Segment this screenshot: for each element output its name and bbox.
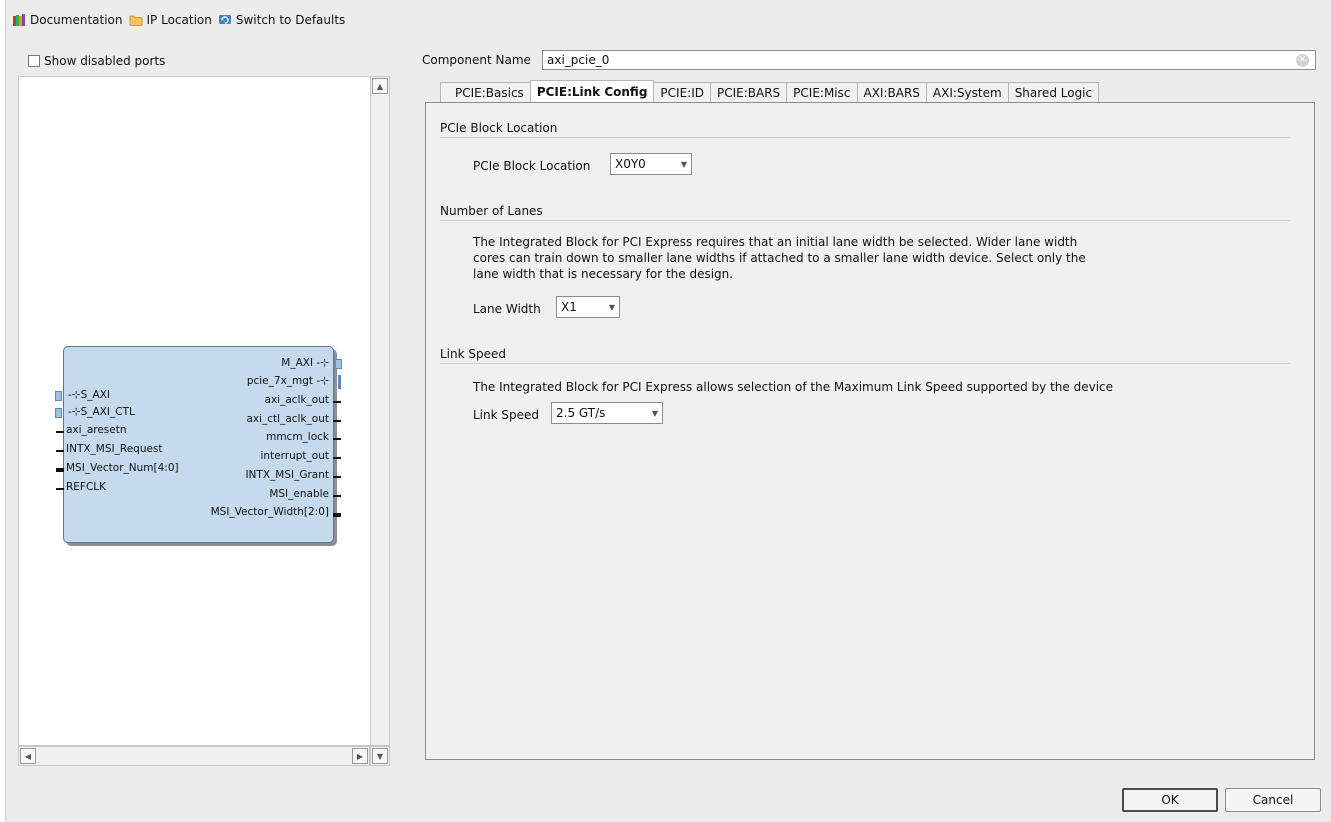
port-interrupt-out: interrupt_out (260, 450, 329, 462)
scroll-left-button[interactable]: ◀ (20, 748, 36, 764)
symbol-canvas[interactable]: -⊹S_AXI -⊹S_AXI_CTL axi_aresetn INTX_MSI… (18, 76, 370, 746)
documentation-button[interactable]: Documentation (12, 13, 123, 27)
section-divider (440, 363, 1290, 364)
port-label: M_AXI (281, 357, 314, 369)
port-msi-vector-num: MSI_Vector_Num[4:0] (66, 462, 179, 474)
ip-location-label: IP Location (146, 13, 212, 27)
tab-pcie-basics[interactable]: PCIE:Basics (440, 82, 531, 102)
link-speed-value: 2.5 GT/s (556, 406, 606, 420)
books-icon (13, 14, 25, 26)
vertical-scrollbar[interactable]: ▲ (370, 76, 390, 746)
ip-location-button[interactable]: IP Location (129, 13, 212, 27)
tab-pcie-id[interactable]: PCIE:ID (653, 82, 711, 102)
section-title-link-speed: Link Speed (440, 347, 507, 361)
port-axi-aclk-out: axi_aclk_out (264, 394, 329, 406)
horizontal-scrollbar[interactable]: ◀ ▶ (18, 746, 370, 766)
show-disabled-ports-label: Show disabled ports (44, 54, 166, 68)
port-label: S_AXI (80, 389, 110, 401)
pin-line (333, 495, 341, 497)
port-axi-aresetn: axi_aresetn (66, 424, 127, 436)
port-intx-msi-request: INTX_MSI_Request (66, 443, 163, 455)
refresh-icon (218, 15, 231, 24)
component-name-label: Component Name (422, 53, 531, 67)
bus-interface-icon (55, 408, 62, 418)
switch-defaults-button[interactable]: Switch to Defaults (218, 13, 345, 27)
port-label: pcie_7x_mgt (246, 375, 314, 387)
scroll-corner: ▼ (370, 746, 390, 766)
link-config-panel: PCIe Block Location PCIe Block Location … (425, 102, 1315, 760)
tab-axi-system[interactable]: AXI:System (925, 82, 1009, 102)
link-speed-label: Link Speed (473, 408, 540, 422)
lane-width-value: X1 (561, 300, 577, 314)
section-title-lanes: Number of Lanes (440, 204, 543, 218)
port-msi-enable: MSI_enable (269, 488, 329, 500)
lanes-description-line-3: lane width that is necessary for the des… (473, 267, 734, 281)
ip-block-symbol[interactable]: -⊹S_AXI -⊹S_AXI_CTL axi_aresetn INTX_MSI… (55, 346, 342, 543)
chevron-down-icon: ▼ (608, 302, 615, 312)
clear-icon[interactable]: ✕ (1296, 54, 1309, 67)
tab-axi-bars[interactable]: AXI:BARS (856, 82, 927, 102)
port-refclk: REFCLK (66, 481, 107, 493)
pin-line (333, 438, 341, 440)
folder-icon (129, 15, 142, 26)
port-mmcm-lock: mmcm_lock (266, 431, 329, 443)
component-name-row: Component Name (422, 50, 531, 70)
port-label: S_AXI_CTL (80, 406, 135, 418)
tab-shared-logic[interactable]: Shared Logic (1007, 82, 1100, 102)
lane-width-select[interactable]: X1 ▼ (556, 296, 620, 318)
section-divider (440, 137, 1290, 138)
port-intx-msi-grant: INTX_MSI_Grant (245, 469, 329, 481)
link-speed-description: The Integrated Block for PCI Express all… (473, 380, 1114, 394)
tab-pcie-link-config[interactable]: PCIE:Link Config (529, 80, 655, 102)
tab-bar: PCIE:Basics PCIE:Link Config PCIE:ID PCI… (440, 80, 1100, 102)
toolbar: Documentation IP Location Switch to Defa… (12, 10, 351, 30)
show-disabled-ports-checkbox[interactable] (28, 55, 40, 67)
port-s-axi-ctl: -⊹S_AXI_CTL (68, 406, 135, 418)
lanes-description-line-1: The Integrated Block for PCI Express req… (473, 235, 1078, 249)
port-m-axi: M_AXI -⊹ (281, 357, 329, 369)
symbol-panel: Show disabled ports -⊹S_AXI -⊹S_AXI_CTL … (18, 48, 392, 769)
lane-width-label: Lane Width (473, 302, 541, 316)
documentation-label: Documentation (30, 13, 123, 27)
block-location-value: X0Y0 (615, 157, 646, 171)
block-location-label: PCIe Block Location (473, 159, 591, 173)
pin-line (333, 476, 341, 478)
tab-pcie-bars[interactable]: PCIE:BARS (709, 82, 788, 102)
port-s-axi: -⊹S_AXI (68, 389, 110, 401)
show-disabled-ports-row[interactable]: Show disabled ports (28, 54, 165, 68)
pin-bus-line (333, 513, 341, 517)
block-location-select[interactable]: X0Y0 ▼ (610, 153, 692, 175)
component-name-input[interactable]: axi_pcie_0 ✕ (542, 50, 1316, 70)
link-speed-select[interactable]: 2.5 GT/s ▼ (551, 402, 663, 424)
section-title-block-location: PCIe Block Location (440, 121, 558, 135)
scroll-down-button[interactable]: ▼ (372, 748, 388, 764)
port-axi-ctl-aclk-out: axi_ctl_aclk_out (246, 413, 329, 425)
pin-line (56, 450, 64, 452)
cancel-button[interactable]: Cancel (1225, 788, 1321, 812)
pin-bus-line (338, 375, 341, 389)
pin-line (333, 420, 341, 422)
pin-line (333, 457, 341, 459)
scroll-right-button[interactable]: ▶ (352, 748, 368, 764)
pin-line (333, 401, 341, 403)
component-name-value: axi_pcie_0 (547, 53, 610, 67)
port-msi-vector-width: MSI_Vector_Width[2:0] (210, 506, 329, 518)
section-divider (440, 220, 1290, 221)
bus-interface-icon (55, 391, 62, 401)
scroll-up-button[interactable]: ▲ (372, 78, 388, 94)
tab-pcie-misc[interactable]: PCIE:Misc (786, 82, 858, 102)
switch-defaults-label: Switch to Defaults (235, 13, 346, 27)
chevron-down-icon: ▼ (680, 159, 687, 169)
ok-button[interactable]: OK (1122, 788, 1218, 812)
pin-line (56, 431, 64, 433)
lanes-description-line-2: cores can train down to smaller lane wid… (473, 251, 1086, 265)
chevron-down-icon: ▼ (651, 408, 658, 418)
port-pcie-7x-mgt: pcie_7x_mgt -⊹ (246, 375, 329, 387)
window-edge (0, 0, 6, 822)
bus-interface-icon (335, 359, 342, 369)
pin-line (56, 488, 64, 490)
pin-bus-line (56, 468, 64, 472)
